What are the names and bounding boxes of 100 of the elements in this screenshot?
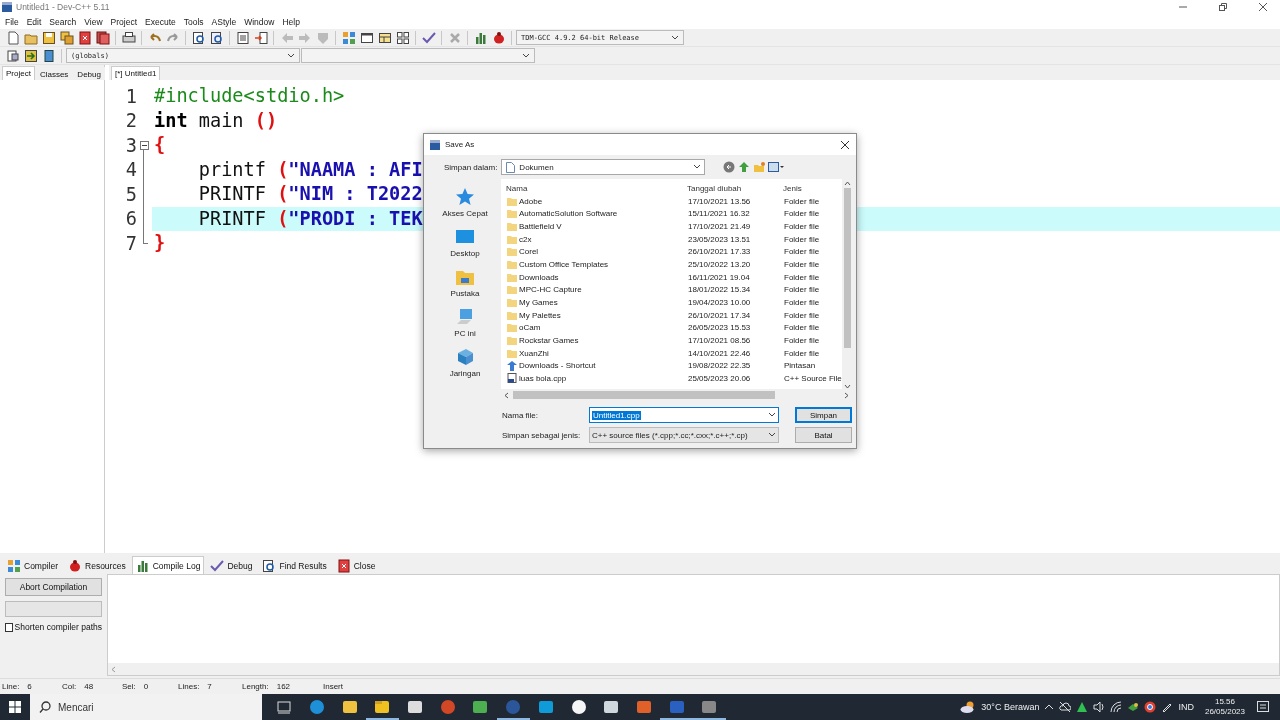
vertical-scrollbar[interactable] <box>842 179 852 389</box>
dialog-title: Save As <box>445 140 475 149</box>
menu-item[interactable]: AStyle <box>207 16 241 27</box>
network-icon[interactable] <box>1127 701 1140 713</box>
line-number: 2 <box>124 110 137 132</box>
file-row[interactable]: Corel 26/10/2021 17.33 Folder file <box>501 245 842 259</box>
file-row[interactable]: AutomaticSolution Software 15/11/2021 16.32 Folder file <box>501 207 842 221</box>
horizontal-scrollbar[interactable] <box>108 663 1279 675</box>
file-row[interactable]: c2x 23/05/2023 13.51 Folder file <box>501 232 842 246</box>
weather[interactable]: 30°C Berawan <box>981 702 1040 712</box>
file-row[interactable]: Downloads 16/11/2021 19.04 Folder file <box>501 270 842 284</box>
save-icon[interactable] <box>41 30 56 45</box>
menu-item[interactable]: Search <box>45 16 81 27</box>
menu-item[interactable]: Window <box>240 16 279 27</box>
menu-item[interactable]: View <box>80 16 107 27</box>
bookmark-icon[interactable] <box>41 48 56 63</box>
place-item[interactable]: Jaringan <box>429 347 501 387</box>
column-header[interactable]: Jenis <box>783 183 842 193</box>
notification-icon[interactable] <box>1256 700 1270 714</box>
bug-icon[interactable] <box>68 559 82 573</box>
place-item[interactable]: Pustaka <box>429 267 501 307</box>
bug-icon[interactable] <box>491 30 506 45</box>
chart-icon[interactable] <box>473 30 488 45</box>
wifi-icon[interactable] <box>1110 701 1123 713</box>
file-row[interactable]: Downloads - Shortcut 19/08/2022 22.35 Pintasan <box>501 359 842 372</box>
menu-item[interactable]: Tools <box>179 16 208 27</box>
file-row[interactable]: My Games 19/04/2023 10.00 Folder file <box>501 296 842 309</box>
menu-item[interactable]: Execute <box>141 16 180 27</box>
panel-tab[interactable]: Compiler <box>3 556 62 575</box>
close-all-icon[interactable] <box>95 30 110 45</box>
list-icon[interactable] <box>235 30 250 45</box>
abort-compilation-button[interactable]: Abort Compilation <box>5 578 102 596</box>
menu-item[interactable]: Edit <box>22 16 46 27</box>
file-row[interactable]: Custom Office Templates 25/10/2022 13.20 Folder file <box>501 258 842 271</box>
file-row[interactable]: XuanZhi 14/10/2021 22.46 Folder file <box>501 346 842 360</box>
place-item[interactable]: Akses Cepat <box>429 187 501 227</box>
place-item[interactable]: Desktop <box>429 227 501 267</box>
editor-tab[interactable]: [*] Untitled1 <box>111 66 161 80</box>
code-line: printf ("NAAMA : AFI <box>197 157 423 182</box>
back-icon[interactable] <box>723 161 736 173</box>
close-icon[interactable] <box>840 139 850 150</box>
collapse-icon[interactable] <box>140 140 149 150</box>
file-row[interactable]: Battlefield V 17/10/2021 21.49 Folder file <box>501 220 842 233</box>
panel-tab[interactable]: Close <box>332 556 380 575</box>
up-arrow-icon[interactable] <box>738 161 751 173</box>
close-file-icon[interactable] <box>336 559 351 573</box>
checkbox[interactable] <box>5 622 13 632</box>
cancel-button[interactable]: Batal <box>795 427 852 443</box>
cloud-off-icon[interactable] <box>1059 701 1072 713</box>
chevron-up-icon[interactable] <box>1044 703 1055 711</box>
panel-tab[interactable]: Debug <box>206 556 257 575</box>
windows-logo-icon[interactable] <box>8 700 22 714</box>
status-label: Length: <box>242 682 269 691</box>
column-header[interactable]: Nama <box>506 183 687 193</box>
file-row[interactable]: Adobe 17/10/2021 13.56 Folder file <box>501 195 842 208</box>
look-in-select[interactable]: Dokumen <box>501 159 706 175</box>
class-icon[interactable] <box>5 48 20 63</box>
place-item[interactable]: PC ini <box>429 307 501 347</box>
file-row[interactable]: Rockstar Games 17/10/2021 08.56 Folder file <box>501 334 842 347</box>
search-field[interactable]: Mencari <box>30 694 262 720</box>
check-icon[interactable] <box>210 559 225 573</box>
close-icon[interactable] <box>1258 2 1268 12</box>
save-all-icon[interactable] <box>59 30 74 45</box>
menu-item[interactable]: Project <box>106 16 142 27</box>
file-row[interactable]: oCam 26/05/2023 15.53 Folder file <box>501 321 842 335</box>
speaker-icon[interactable] <box>1093 701 1106 713</box>
menu-item[interactable]: File <box>1 16 23 27</box>
panel-tab[interactable]: Resources <box>64 556 130 575</box>
restore-icon[interactable] <box>1218 2 1228 12</box>
status-label: Col: <box>62 682 77 691</box>
view-menu-icon[interactable] <box>768 161 785 173</box>
chart-icon[interactable] <box>135 559 150 573</box>
language-indicator[interactable]: IND <box>1178 702 1194 712</box>
check-icon[interactable] <box>421 30 436 45</box>
file-row[interactable]: MPC-HC Capture 18/01/2022 15.34 Folder file <box>501 283 842 297</box>
save-type-select[interactable]: C++ source files (*.cpp;*.cc;*.cxx;*.c++;*.cp) <box>589 427 779 443</box>
printer-icon[interactable] <box>121 30 136 45</box>
file-name-field[interactable]: Untitled1.cpp <box>589 407 779 423</box>
layout-icon[interactable] <box>377 30 392 45</box>
search-icon[interactable] <box>191 30 206 45</box>
pen-icon[interactable] <box>1161 701 1174 713</box>
file-row[interactable]: luas bola.cpp 25/05/2023 20.06 C++ Source File <box>501 371 842 385</box>
close-file-icon[interactable] <box>77 30 92 45</box>
goto-icon[interactable] <box>253 30 268 45</box>
chevron-down-icon <box>671 34 679 41</box>
chevron-left-icon <box>504 391 509 399</box>
save-button[interactable]: Simpan <box>795 407 852 423</box>
folder-icon[interactable] <box>374 699 391 715</box>
insert-icon[interactable] <box>23 48 38 63</box>
search-icon[interactable] <box>262 559 277 573</box>
task-view-icon[interactable] <box>276 699 293 715</box>
grid-icon[interactable] <box>395 30 410 45</box>
triangle-icon[interactable] <box>1076 701 1089 713</box>
file-row[interactable]: My Palettes 26/10/2021 17.34 Folder file <box>501 308 842 322</box>
window-icon[interactable] <box>359 30 374 45</box>
replace-icon[interactable] <box>209 30 224 45</box>
menu-item[interactable]: Help <box>278 16 304 27</box>
column-header[interactable]: Tanggal diubah <box>687 183 783 193</box>
panel-tab[interactable]: Project <box>2 66 35 80</box>
panel-tab[interactable]: Find Results <box>258 556 331 575</box>
